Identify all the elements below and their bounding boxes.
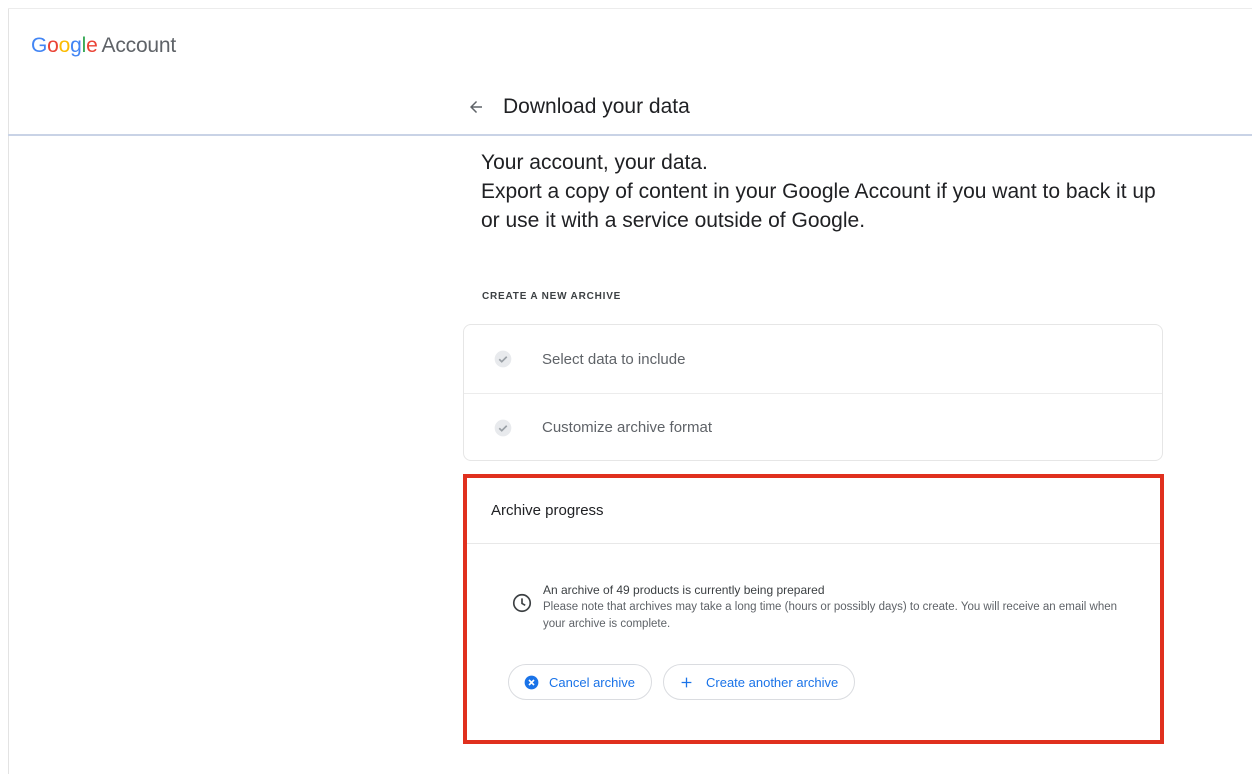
cancel-archive-button[interactable]: Cancel archive bbox=[508, 664, 652, 700]
logo-account-text: Account bbox=[101, 34, 177, 57]
section-label: CREATE A NEW ARCHIVE bbox=[482, 291, 622, 302]
create-another-archive-label: Create another archive bbox=[706, 674, 839, 690]
google-account-logo[interactable]: Google Account bbox=[31, 34, 176, 58]
archive-progress-title: Archive progress bbox=[467, 478, 1160, 544]
archive-status-message: An archive of 49 products is currently b… bbox=[543, 583, 825, 597]
intro-description: Export a copy of content in your Google … bbox=[481, 180, 1156, 232]
step-label: Customize archive format bbox=[542, 419, 713, 436]
page-title: Download your data bbox=[503, 95, 690, 118]
header-divider bbox=[8, 134, 1252, 136]
intro-text: Your account, your data. Export a copy o… bbox=[481, 148, 1171, 235]
archive-notice-text: An archive of 49 products is currently b… bbox=[543, 582, 1131, 633]
step-customize-format[interactable]: Customize archive format bbox=[464, 393, 1162, 461]
clock-icon bbox=[511, 592, 533, 614]
cancel-circle-icon bbox=[523, 674, 539, 690]
create-another-archive-button[interactable]: Create another archive bbox=[663, 664, 856, 700]
back-arrow-icon[interactable] bbox=[463, 94, 489, 120]
archive-steps-card: Select data to include Customize archive… bbox=[463, 324, 1163, 461]
intro-headline: Your account, your data. bbox=[481, 151, 708, 174]
page-subheader: Download your data bbox=[463, 94, 690, 120]
cancel-archive-label: Cancel archive bbox=[549, 674, 635, 690]
plus-icon bbox=[678, 674, 694, 690]
archive-progress-card: Archive progress An archive of 49 produc… bbox=[463, 474, 1164, 744]
archive-actions: Cancel archive Create another archive bbox=[508, 664, 856, 700]
archive-notice: An archive of 49 products is currently b… bbox=[511, 582, 1131, 633]
app-header: Google Account Download your data bbox=[0, 0, 1252, 136]
check-circle-icon bbox=[492, 417, 514, 439]
step-label: Select data to include bbox=[542, 350, 686, 368]
archive-status-detail: Please note that archives may take a lon… bbox=[543, 601, 1118, 630]
check-circle-icon bbox=[492, 348, 514, 370]
step-select-data[interactable]: Select data to include bbox=[464, 325, 1162, 393]
